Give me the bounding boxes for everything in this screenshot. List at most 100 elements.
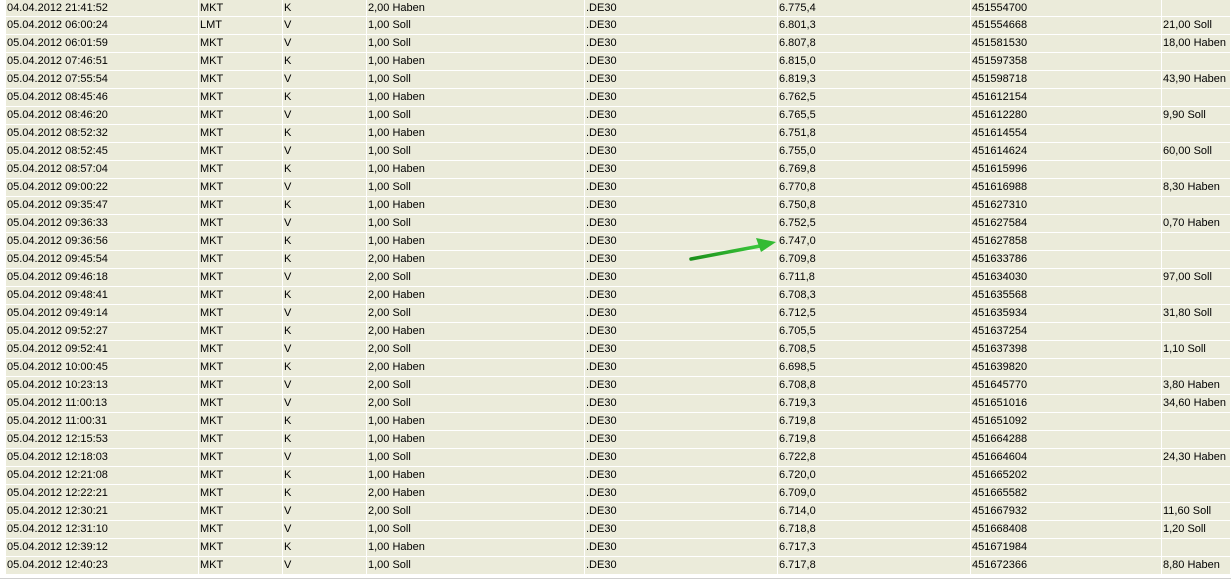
result-cell	[1162, 89, 1231, 107]
direction-cell: K	[283, 161, 367, 179]
order-id-cell: 451651016	[971, 395, 1162, 413]
order-id-cell: 451639820	[971, 359, 1162, 377]
table-row[interactable]: 05.04.2012 09:00:22 MKT V 1,00 Soll .DE30 6.7…	[6, 179, 1231, 197]
table-row[interactable]: 05.04.2012 09:36:33 MKT V 1,00 Soll .DE30 6.7…	[6, 215, 1231, 233]
price-cell: 6.718,8	[778, 521, 971, 539]
datetime-cell: 05.04.2012 12:40:23	[6, 557, 199, 575]
order-type-cell: MKT	[199, 305, 283, 323]
amount-cell: 1,00 Haben	[367, 161, 585, 179]
result-cell: 34,60 Haben	[1162, 395, 1231, 413]
price-cell: 6.751,8	[778, 125, 971, 143]
table-row[interactable]: 05.04.2012 12:39:12 MKT K 1,00 Haben .DE30 6.…	[6, 539, 1231, 557]
amount-cell: 2,00 Haben	[367, 359, 585, 377]
result-cell: 31,80 Soll	[1162, 305, 1231, 323]
instrument-cell: .DE30	[585, 413, 778, 431]
order-type-cell: MKT	[199, 503, 283, 521]
price-cell: 6.750,8	[778, 197, 971, 215]
instrument-cell: .DE30	[585, 557, 778, 575]
amount-cell: 2,00 Soll	[367, 377, 585, 395]
price-cell: 6.708,5	[778, 341, 971, 359]
order-id-cell: 451614624	[971, 143, 1162, 161]
direction-cell: V	[283, 557, 367, 575]
direction-cell: V	[283, 71, 367, 89]
amount-cell: 2,00 Haben	[367, 0, 585, 17]
datetime-cell: 05.04.2012 09:49:14	[6, 305, 199, 323]
order-type-cell: MKT	[199, 179, 283, 197]
table-row[interactable]: 05.04.2012 08:52:45 MKT V 1,00 Soll .DE30 6.7…	[6, 143, 1231, 161]
order-id-cell: 451612280	[971, 107, 1162, 125]
direction-cell: V	[283, 377, 367, 395]
direction-cell: K	[283, 359, 367, 377]
datetime-cell: 05.04.2012 09:00:22	[6, 179, 199, 197]
table-row[interactable]: 05.04.2012 09:46:18 MKT V 2,00 Soll .DE30 6.7…	[6, 269, 1231, 287]
table-row[interactable]: 05.04.2012 10:23:13 MKT V 2,00 Soll .DE30 6.7…	[6, 377, 1231, 395]
table-row[interactable]: 05.04.2012 12:30:21 MKT V 2,00 Soll .DE30 6.7…	[6, 503, 1231, 521]
instrument-cell: .DE30	[585, 35, 778, 53]
order-id-cell: 451635568	[971, 287, 1162, 305]
table-row[interactable]: 05.04.2012 12:21:08 MKT K 1,00 Haben .DE30 6.…	[6, 467, 1231, 485]
table-row[interactable]: 05.04.2012 06:00:24 LMT V 1,00 Soll .DE30 6.8…	[6, 17, 1231, 35]
table-row[interactable]: 05.04.2012 09:52:41 MKT V 2,00 Soll .DE30 6.7…	[6, 341, 1231, 359]
table-row[interactable]: 04.04.2012 21:41:52 MKT K 2,00 Haben .DE30 6.…	[6, 0, 1231, 17]
datetime-cell: 05.04.2012 11:00:31	[6, 413, 199, 431]
amount-cell: 1,00 Haben	[367, 467, 585, 485]
result-cell: 1,10 Soll	[1162, 341, 1231, 359]
table-row[interactable]: 05.04.2012 11:00:13 MKT V 2,00 Soll .DE30 6.7…	[6, 395, 1231, 413]
order-id-cell: 451634030	[971, 269, 1162, 287]
direction-cell: K	[283, 539, 367, 557]
table-row[interactable]: 05.04.2012 09:52:27 MKT K 2,00 Haben .DE30 6.…	[6, 323, 1231, 341]
order-type-cell: MKT	[199, 377, 283, 395]
table-row[interactable]: 05.04.2012 12:31:10 MKT V 1,00 Soll .DE30 6.7…	[6, 521, 1231, 539]
datetime-cell: 05.04.2012 08:52:45	[6, 143, 199, 161]
order-id-cell: 451664288	[971, 431, 1162, 449]
result-cell: 8,30 Haben	[1162, 179, 1231, 197]
price-cell: 6.714,0	[778, 503, 971, 521]
price-cell: 6.705,5	[778, 323, 971, 341]
table-row[interactable]: 05.04.2012 09:35:47 MKT K 1,00 Haben .DE30 6.…	[6, 197, 1231, 215]
direction-cell: V	[283, 107, 367, 125]
order-type-cell: MKT	[199, 449, 283, 467]
amount-cell: 2,00 Haben	[367, 251, 585, 269]
table-row[interactable]: 05.04.2012 08:57:04 MKT K 1,00 Haben .DE30 6.…	[6, 161, 1231, 179]
table-row[interactable]: 05.04.2012 07:55:54 MKT V 1,00 Soll .DE30 6.8…	[6, 71, 1231, 89]
price-cell: 6.807,8	[778, 35, 971, 53]
datetime-cell: 05.04.2012 07:55:54	[6, 71, 199, 89]
result-cell	[1162, 251, 1231, 269]
table-row[interactable]: 05.04.2012 11:00:31 MKT K 1,00 Haben .DE30 6.…	[6, 413, 1231, 431]
direction-cell: K	[283, 485, 367, 503]
table-row[interactable]: 05.04.2012 09:36:56 MKT K 1,00 Haben .DE30 6.…	[6, 233, 1231, 251]
direction-cell: K	[283, 53, 367, 71]
amount-cell: 2,00 Soll	[367, 269, 585, 287]
order-id-cell: 451614554	[971, 125, 1162, 143]
table-row[interactable]: 05.04.2012 09:45:54 MKT K 2,00 Haben .DE30 6.…	[6, 251, 1231, 269]
instrument-cell: .DE30	[585, 233, 778, 251]
datetime-cell: 05.04.2012 12:30:21	[6, 503, 199, 521]
table-row[interactable]: 05.04.2012 06:01:59 MKT V 1,00 Soll .DE30 6.8…	[6, 35, 1231, 53]
table-row[interactable]: 05.04.2012 08:52:32 MKT K 1,00 Haben .DE30 6.…	[6, 125, 1231, 143]
table-row[interactable]: 05.04.2012 12:22:21 MKT K 2,00 Haben .DE30 6.…	[6, 485, 1231, 503]
table-row[interactable]: 05.04.2012 08:45:46 MKT K 1,00 Haben .DE30 6.…	[6, 89, 1231, 107]
table-row[interactable]: 05.04.2012 10:00:45 MKT K 2,00 Haben .DE30 6.…	[6, 359, 1231, 377]
instrument-cell: .DE30	[585, 251, 778, 269]
instrument-cell: .DE30	[585, 521, 778, 539]
table-row[interactable]: 05.04.2012 12:15:53 MKT K 1,00 Haben .DE30 6.…	[6, 431, 1231, 449]
table-row[interactable]: 05.04.2012 08:46:20 MKT V 1,00 Soll .DE30 6.7…	[6, 107, 1231, 125]
result-cell	[1162, 53, 1231, 71]
table-row[interactable]: 05.04.2012 12:40:23 MKT V 1,00 Soll .DE30 6.7…	[6, 557, 1231, 575]
transactions-table-body: 04.04.2012 21:41:52 MKT K 2,00 Haben .DE30 6.…	[6, 0, 1231, 575]
direction-cell: K	[283, 467, 367, 485]
table-row[interactable]: 05.04.2012 09:49:14 MKT V 2,00 Soll .DE30 6.7…	[6, 305, 1231, 323]
price-cell: 6.722,8	[778, 449, 971, 467]
table-row[interactable]: 05.04.2012 12:18:03 MKT V 1,00 Soll .DE30 6.7…	[6, 449, 1231, 467]
order-id-cell: 451664604	[971, 449, 1162, 467]
table-row[interactable]: 05.04.2012 09:48:41 MKT K 2,00 Haben .DE30 6.…	[6, 287, 1231, 305]
order-type-cell: MKT	[199, 35, 283, 53]
amount-cell: 1,00 Soll	[367, 71, 585, 89]
result-cell: 24,30 Haben	[1162, 449, 1231, 467]
table-row[interactable]: 05.04.2012 07:46:51 MKT K 1,00 Haben .DE30 6.…	[6, 53, 1231, 71]
direction-cell: V	[283, 143, 367, 161]
order-id-cell: 451627310	[971, 197, 1162, 215]
order-id-cell: 451597358	[971, 53, 1162, 71]
amount-cell: 1,00 Soll	[367, 215, 585, 233]
direction-cell: V	[283, 35, 367, 53]
